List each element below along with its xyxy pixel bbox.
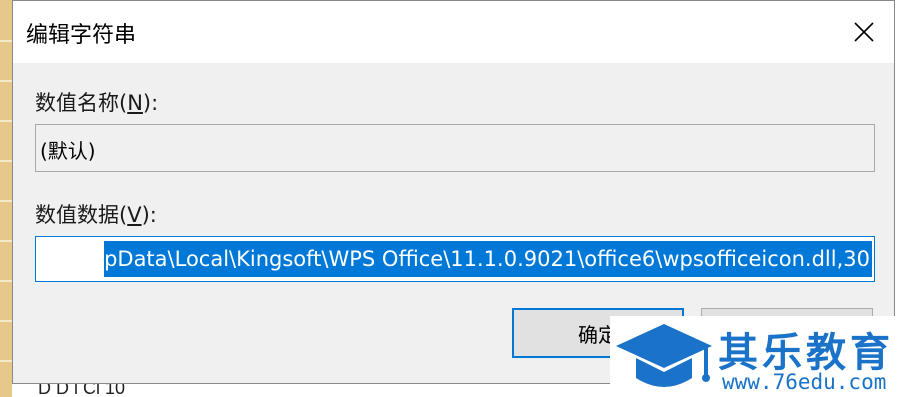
dialog-title: 编辑字符串: [26, 23, 137, 48]
value-name-hotkey: N: [127, 91, 143, 115]
graduation-cap-icon: [616, 324, 712, 387]
background-row-text: D D l Cl 10: [38, 384, 126, 397]
watermark: 其乐教育 www.76edu.com: [610, 316, 908, 397]
value-data-selected-text[interactable]: pData\Local\Kingsoft\WPS Office\11.1.0.9…: [104, 241, 872, 277]
value-name-field: (默认): [35, 124, 875, 172]
value-data-label: 数值数据(V):: [35, 203, 157, 227]
value-data-input[interactable]: pData\Local\Kingsoft\WPS Office\11.1.0.9…: [35, 236, 875, 282]
background-window-row: D D l Cl 10: [12, 384, 612, 397]
title-bar: 编辑字符串: [13, 1, 894, 63]
watermark-url: www.76edu.com: [722, 370, 887, 394]
value-data-hotkey: V: [127, 203, 142, 227]
background-window-edge: [0, 0, 12, 397]
value-name-label: 数值名称(N):: [35, 91, 159, 115]
close-button[interactable]: [834, 1, 894, 63]
close-icon: [854, 22, 874, 42]
